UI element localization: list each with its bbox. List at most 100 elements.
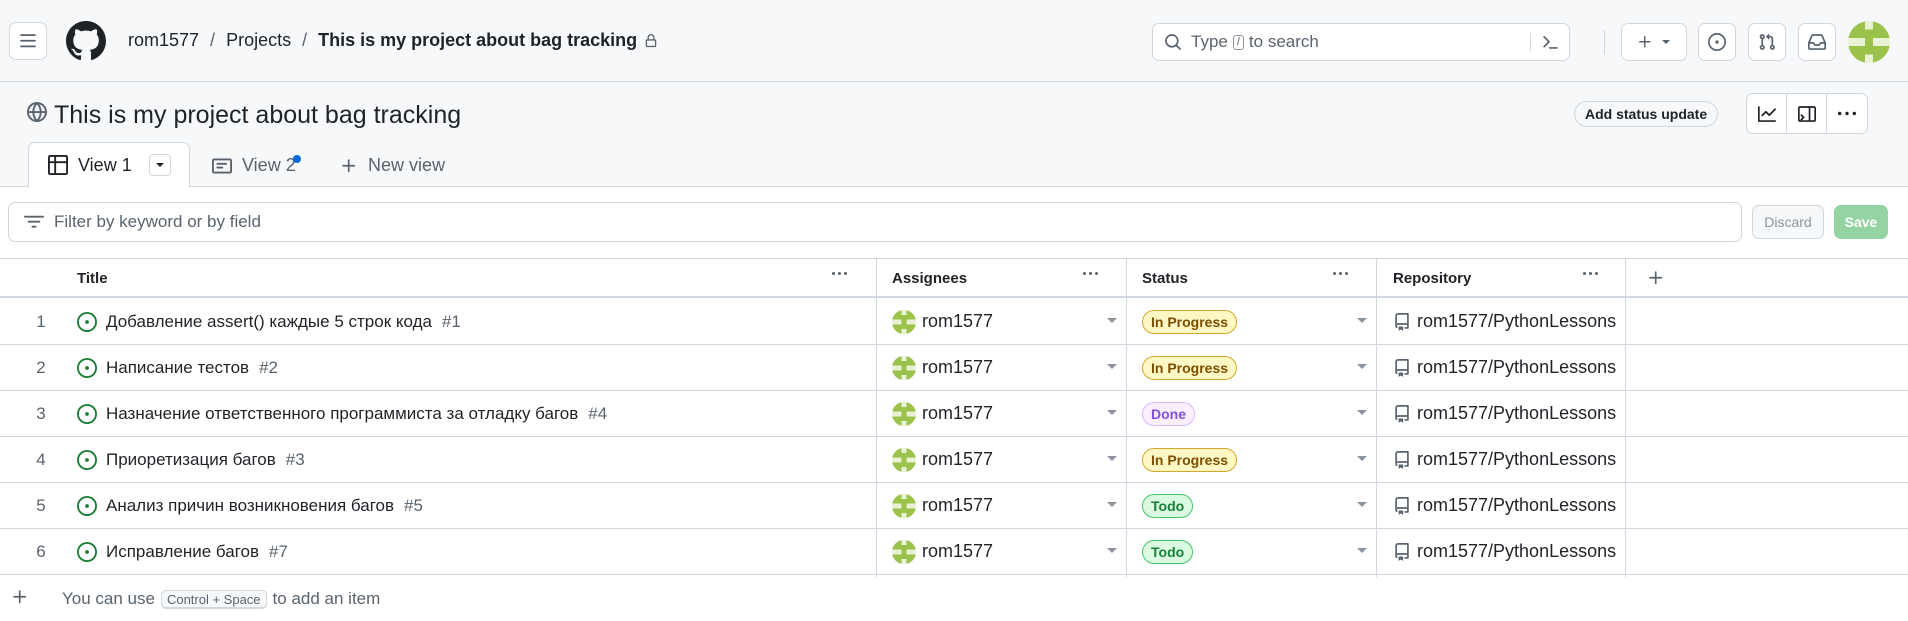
create-new-button[interactable] bbox=[1621, 23, 1687, 61]
command-palette-icon[interactable] bbox=[1530, 33, 1559, 51]
assignee-cell[interactable]: rom1577 bbox=[892, 299, 993, 344]
breadcrumb-current[interactable]: This is my project about bag tracking bbox=[318, 30, 637, 51]
tab-view-1-menu-button[interactable] bbox=[148, 154, 171, 176]
issue-title[interactable]: Назначение ответственного программиста з… bbox=[106, 404, 578, 424]
repository-cell[interactable]: rom1577/PythonLessons bbox=[1393, 437, 1616, 482]
search-input[interactable]: Type / to search bbox=[1152, 23, 1570, 61]
status-cell[interactable]: In Progress bbox=[1142, 299, 1238, 344]
chevron-down-icon[interactable] bbox=[1107, 318, 1117, 323]
plus-icon[interactable] bbox=[11, 588, 29, 606]
column-menu-icon[interactable] bbox=[1083, 272, 1098, 275]
status-cell[interactable]: In Progress bbox=[1142, 345, 1238, 390]
assignee-name: rom1577 bbox=[922, 449, 994, 469]
title-cell[interactable]: Исправление багов #7 bbox=[77, 529, 288, 574]
column-header-assignees[interactable]: Assignees bbox=[892, 259, 1122, 297]
breadcrumb-owner[interactable]: rom1577 bbox=[128, 30, 199, 51]
save-button[interactable]: Save bbox=[1834, 205, 1888, 239]
assignee-cell[interactable]: rom1577 bbox=[892, 529, 993, 574]
assignee-cell[interactable]: rom1577 bbox=[892, 437, 993, 482]
new-view-button[interactable]: New view bbox=[340, 143, 445, 188]
table-row[interactable]: 3 Назначение ответственного программиста … bbox=[0, 391, 1908, 437]
assignee-cell[interactable]: rom1577 bbox=[892, 391, 993, 436]
repository-name: rom1577/PythonLessons bbox=[1417, 357, 1617, 377]
status-cell[interactable]: Todo bbox=[1142, 529, 1194, 574]
table-row[interactable]: 5 Анализ причин возникновения багов #5 rom1… bbox=[0, 483, 1908, 529]
repository-cell[interactable]: rom1577/PythonLessons bbox=[1393, 345, 1616, 390]
repository-cell[interactable]: rom1577/PythonLessons bbox=[1393, 529, 1616, 574]
assignee-cell[interactable]: rom1577 bbox=[892, 345, 993, 390]
issues-button[interactable] bbox=[1698, 23, 1736, 61]
column-header-status[interactable]: Status bbox=[1142, 259, 1372, 297]
add-field-button[interactable] bbox=[1647, 259, 1667, 297]
repository-cell[interactable]: rom1577/PythonLessons bbox=[1393, 483, 1616, 528]
issue-opened-icon bbox=[77, 541, 97, 562]
status-cell[interactable]: Todo bbox=[1142, 483, 1194, 528]
add-item-shortcut: Control + Space bbox=[160, 589, 267, 609]
discard-button[interactable]: Discard bbox=[1752, 205, 1824, 239]
assignee-name: rom1577 bbox=[922, 403, 994, 423]
status-cell[interactable]: Done bbox=[1142, 391, 1195, 436]
column-menu-icon[interactable] bbox=[832, 272, 847, 275]
status-badge: In Progress bbox=[1142, 447, 1238, 472]
project-details-button[interactable] bbox=[1787, 94, 1827, 133]
global-header: rom1577 / Projects / This is my project … bbox=[0, 0, 1908, 82]
chevron-down-icon[interactable] bbox=[1357, 456, 1367, 461]
inbox-button[interactable] bbox=[1798, 23, 1836, 61]
menu-button[interactable] bbox=[9, 22, 47, 60]
filter-input[interactable]: Filter by keyword or by field bbox=[8, 202, 1742, 242]
title-cell[interactable]: Написание тестов #2 bbox=[77, 345, 278, 390]
chevron-down-icon[interactable] bbox=[1107, 364, 1117, 369]
tab-view-2[interactable]: View 2 bbox=[212, 143, 301, 188]
table-row[interactable]: 1 Добавление assert() каждые 5 строк кода… bbox=[0, 299, 1908, 345]
chevron-down-icon[interactable] bbox=[1107, 410, 1117, 415]
chevron-down-icon[interactable] bbox=[1107, 456, 1117, 461]
add-item-prefix: You can use bbox=[62, 589, 155, 608]
title-cell[interactable]: Анализ причин возникновения багов #5 bbox=[77, 483, 423, 528]
row-number: 6 bbox=[36, 541, 46, 561]
breadcrumb-projects[interactable]: Projects bbox=[226, 30, 291, 51]
chevron-down-icon[interactable] bbox=[1357, 364, 1367, 369]
title-cell[interactable]: Добавление assert() каждые 5 строк кода #… bbox=[77, 299, 461, 344]
chevron-down-icon[interactable] bbox=[1357, 318, 1367, 323]
add-status-update-button[interactable]: Add status update bbox=[1574, 101, 1719, 127]
chevron-down-icon[interactable] bbox=[1107, 548, 1117, 553]
repository-name: rom1577/PythonLessons bbox=[1417, 541, 1617, 561]
table-row[interactable]: 4 Приоретизация багов #3 rom1577 In Progress… bbox=[0, 437, 1908, 483]
insights-button[interactable] bbox=[1747, 94, 1787, 133]
assignee-cell[interactable]: rom1577 bbox=[892, 483, 993, 528]
column-header-repository[interactable]: Repository bbox=[1393, 259, 1623, 297]
row-number: 2 bbox=[36, 357, 46, 377]
repo-icon bbox=[1393, 404, 1411, 423]
more-options-button[interactable] bbox=[1827, 94, 1867, 133]
pull-requests-button[interactable] bbox=[1748, 23, 1786, 61]
avatar bbox=[892, 493, 916, 518]
user-avatar[interactable] bbox=[1848, 21, 1890, 63]
issue-title[interactable]: Анализ причин возникновения багов bbox=[106, 496, 394, 516]
search-placeholder: Type / to search bbox=[1191, 32, 1319, 52]
issue-title[interactable]: Приоретизация багов bbox=[106, 450, 276, 470]
title-cell[interactable]: Назначение ответственного программиста з… bbox=[77, 391, 607, 436]
repository-cell[interactable]: rom1577/PythonLessons bbox=[1393, 299, 1616, 344]
column-menu-icon[interactable] bbox=[1333, 272, 1348, 275]
repository-cell[interactable]: rom1577/PythonLessons bbox=[1393, 391, 1616, 436]
table-row[interactable]: 2 Написание тестов #2 rom1577 In Progress rom… bbox=[0, 345, 1908, 391]
title-cell[interactable]: Приоретизация багов #3 bbox=[77, 437, 305, 482]
issue-title[interactable]: Добавление assert() каждые 5 строк кода bbox=[106, 312, 432, 332]
chevron-down-icon[interactable] bbox=[1107, 502, 1117, 507]
add-item-row[interactable]: You can use Control + Space to add an it… bbox=[0, 578, 1908, 618]
tab-view-1[interactable]: View 1 bbox=[28, 142, 190, 188]
issue-title[interactable]: Написание тестов bbox=[106, 358, 249, 378]
chevron-down-icon[interactable] bbox=[1357, 548, 1367, 553]
column-header-title[interactable]: Title bbox=[77, 259, 877, 297]
repository-name: rom1577/PythonLessons bbox=[1417, 311, 1617, 331]
column-title-label: Title bbox=[77, 269, 108, 287]
issue-title[interactable]: Исправление багов bbox=[106, 542, 259, 562]
github-logo-icon[interactable] bbox=[66, 21, 106, 61]
breadcrumb-separator: / bbox=[210, 30, 216, 50]
table-row[interactable]: 6 Исправление багов #7 rom1577 Todo rom1577/P… bbox=[0, 529, 1908, 575]
repo-icon bbox=[1393, 450, 1411, 469]
chevron-down-icon[interactable] bbox=[1357, 410, 1367, 415]
chevron-down-icon[interactable] bbox=[1357, 502, 1367, 507]
column-menu-icon[interactable] bbox=[1583, 272, 1598, 275]
status-cell[interactable]: In Progress bbox=[1142, 437, 1238, 482]
